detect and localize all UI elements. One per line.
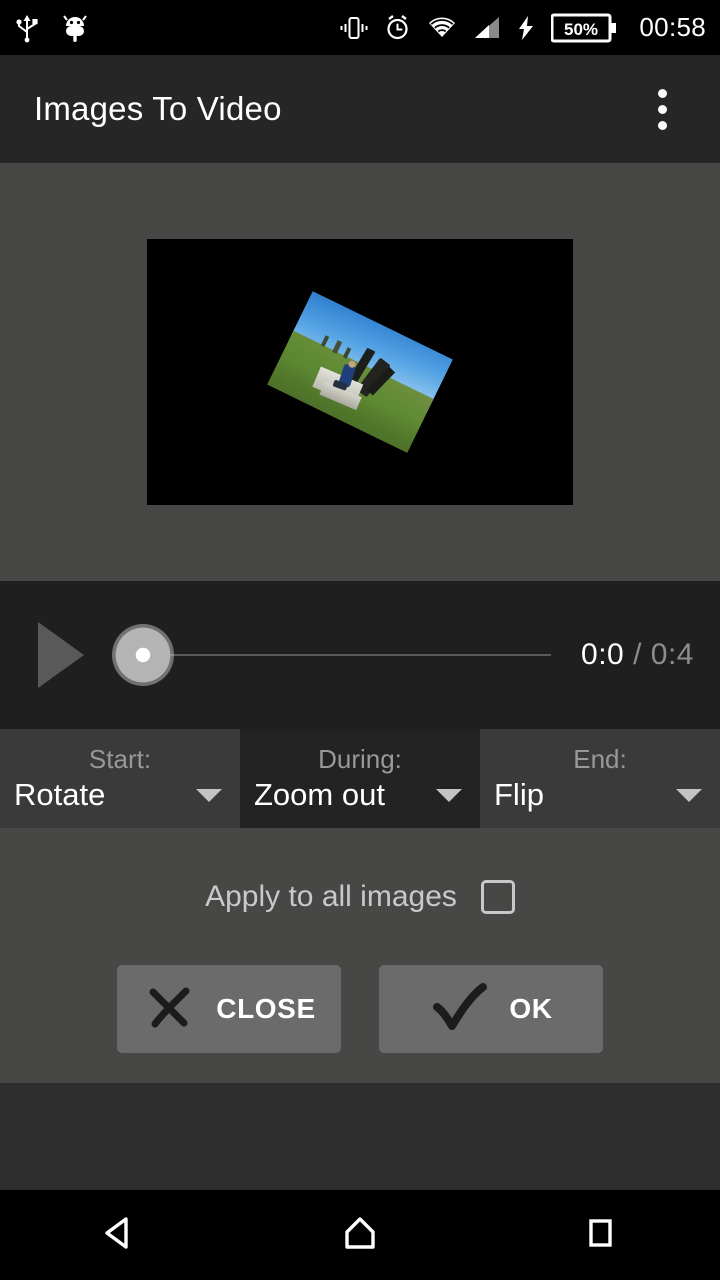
ok-button[interactable]: OK bbox=[379, 965, 603, 1053]
nav-recents-button[interactable] bbox=[540, 1190, 660, 1280]
check-icon bbox=[429, 979, 491, 1040]
vibrate-icon bbox=[340, 15, 368, 41]
spinner-during-value-row: Zoom out bbox=[240, 777, 480, 813]
app-screen: 50% 00:58 Images To Video 0:0 / 0:4 Star… bbox=[0, 0, 720, 1280]
spinner-end-value: Flip bbox=[494, 777, 544, 812]
seek-bar[interactable] bbox=[112, 612, 569, 698]
effect-spinner-row: Start: Rotate During: Zoom out End: Flip bbox=[0, 729, 720, 828]
play-button[interactable] bbox=[18, 612, 104, 698]
status-bar: 50% 00:58 bbox=[0, 0, 720, 55]
page-title: Images To Video bbox=[34, 90, 282, 127]
close-button-label: CLOSE bbox=[216, 993, 316, 1024]
overflow-menu-icon[interactable] bbox=[640, 81, 684, 137]
playback-time: 0:0 / 0:4 bbox=[581, 638, 694, 672]
spinner-end[interactable]: End: Flip bbox=[480, 729, 720, 828]
overflow-dot bbox=[657, 88, 667, 98]
chevron-down-icon bbox=[676, 788, 702, 802]
video-preview-canvas[interactable] bbox=[147, 239, 573, 505]
battery-icon: 50% bbox=[551, 13, 617, 43]
android-debug-icon bbox=[62, 13, 88, 43]
apply-to-all-checkbox[interactable] bbox=[480, 880, 515, 914]
play-icon bbox=[38, 622, 84, 688]
alarm-icon bbox=[384, 14, 411, 41]
apply-to-all-row[interactable]: Apply to all images bbox=[0, 880, 720, 914]
close-button[interactable]: CLOSE bbox=[117, 965, 341, 1053]
status-bar-right-icons: 50% 00:58 bbox=[340, 12, 706, 43]
spinner-start[interactable]: Start: Rotate bbox=[0, 729, 240, 828]
seek-thumb[interactable] bbox=[112, 624, 174, 686]
overflow-dot bbox=[657, 104, 667, 114]
chevron-down-icon bbox=[196, 788, 222, 802]
current-time: 0:0 bbox=[581, 638, 625, 671]
ok-button-label: OK bbox=[509, 993, 553, 1024]
preview-image-content bbox=[267, 291, 453, 453]
battery-percent-text: 50% bbox=[564, 20, 598, 39]
usb-icon bbox=[14, 13, 40, 43]
spinner-end-value-row: Flip bbox=[480, 777, 720, 813]
nav-home-button[interactable] bbox=[300, 1190, 420, 1280]
app-bar: Images To Video bbox=[0, 55, 720, 163]
home-icon bbox=[339, 1212, 381, 1259]
back-icon bbox=[99, 1212, 141, 1259]
preview-area bbox=[0, 163, 720, 581]
spinner-end-label: End: bbox=[573, 744, 627, 774]
recents-icon bbox=[579, 1212, 621, 1259]
spinner-start-value-row: Rotate bbox=[0, 777, 240, 813]
wifi-icon bbox=[427, 16, 457, 40]
status-bar-left-icons bbox=[14, 13, 88, 43]
spinner-during-value: Zoom out bbox=[254, 777, 385, 812]
charging-bolt-icon bbox=[517, 15, 535, 41]
preview-image bbox=[267, 291, 453, 453]
spinner-during-label: During: bbox=[318, 744, 402, 774]
spinner-start-value: Rotate bbox=[14, 777, 106, 812]
spinner-start-label: Start: bbox=[88, 744, 152, 774]
overflow-dot bbox=[657, 120, 667, 130]
dialog-body: Apply to all images CLOSE OK bbox=[0, 828, 720, 1083]
cellular-signal-icon bbox=[473, 16, 501, 40]
chevron-down-icon bbox=[436, 788, 462, 802]
dialog-button-row: CLOSE OK bbox=[0, 965, 720, 1053]
system-nav-bar bbox=[0, 1190, 720, 1280]
nav-back-button[interactable] bbox=[60, 1190, 180, 1280]
seek-track bbox=[142, 654, 552, 656]
apply-to-all-label: Apply to all images bbox=[205, 880, 457, 913]
spinner-during[interactable]: During: Zoom out bbox=[240, 729, 480, 828]
status-clock: 00:58 bbox=[639, 12, 706, 42]
player-bar: 0:0 / 0:4 bbox=[0, 581, 720, 729]
close-x-icon bbox=[142, 979, 198, 1040]
time-separator: / bbox=[633, 638, 642, 671]
bottom-filler bbox=[0, 1083, 720, 1190]
total-time: 0:4 bbox=[650, 638, 694, 671]
